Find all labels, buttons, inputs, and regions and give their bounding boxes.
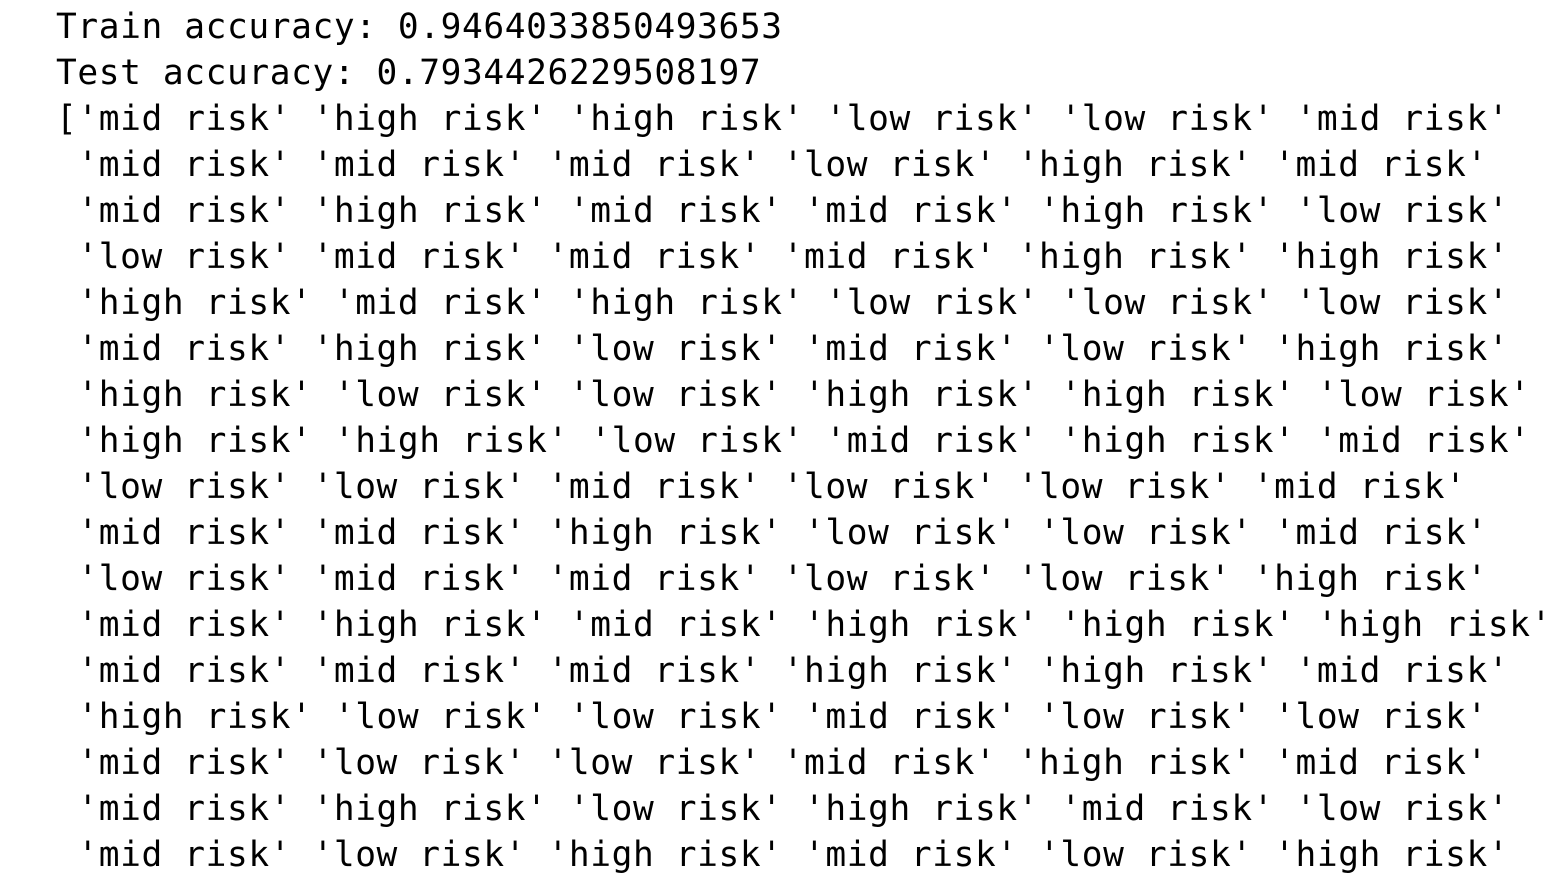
predictions-line: 'mid risk' 'high risk' 'mid risk' 'high … <box>56 605 1551 645</box>
predictions-line: 'mid risk' 'mid risk' 'high risk' 'low r… <box>56 513 1488 553</box>
predictions-line: 'mid risk' 'mid risk' 'mid risk' 'low ri… <box>56 145 1488 185</box>
predictions-line: 'low risk' 'low risk' 'mid risk' 'low ri… <box>56 467 1467 507</box>
predictions-line: 'mid risk' 'low risk' 'high risk' 'mid r… <box>56 835 1510 875</box>
predictions-line: ['mid risk' 'high risk' 'high risk' 'low… <box>56 99 1510 139</box>
predictions-line: 'mid risk' 'high risk' 'low risk' 'mid r… <box>56 329 1510 369</box>
predictions-line: 'mid risk' 'low risk' 'low risk' 'mid ri… <box>56 743 1488 783</box>
predictions-line: 'high risk' 'mid risk' 'high risk' 'low … <box>56 283 1510 323</box>
predictions-line: 'low risk' 'mid risk' 'mid risk' 'mid ri… <box>56 237 1510 277</box>
predictions-line: 'mid risk' 'high risk' 'mid risk' 'mid r… <box>56 191 1510 231</box>
predictions-line: 'low risk' 'mid risk' 'mid risk' 'low ri… <box>56 559 1488 599</box>
predictions-line: 'high risk' 'low risk' 'low risk' 'high … <box>56 375 1531 415</box>
train-accuracy-line: Train accuracy: 0.9464033850493653 <box>56 7 783 47</box>
predictions-line: 'high risk' 'high risk' 'low risk' 'mid … <box>56 421 1531 461</box>
cell-output: Train accuracy: 0.9464033850493653 Test … <box>56 4 1551 876</box>
test-accuracy-line: Test accuracy: 0.7934426229508197 <box>56 53 762 93</box>
predictions-line: 'mid risk' 'high risk' 'low risk' 'high … <box>56 789 1510 829</box>
predictions-line: 'mid risk' 'mid risk' 'mid risk' 'high r… <box>56 651 1510 691</box>
predictions-line: 'high risk' 'low risk' 'low risk' 'mid r… <box>56 697 1488 737</box>
